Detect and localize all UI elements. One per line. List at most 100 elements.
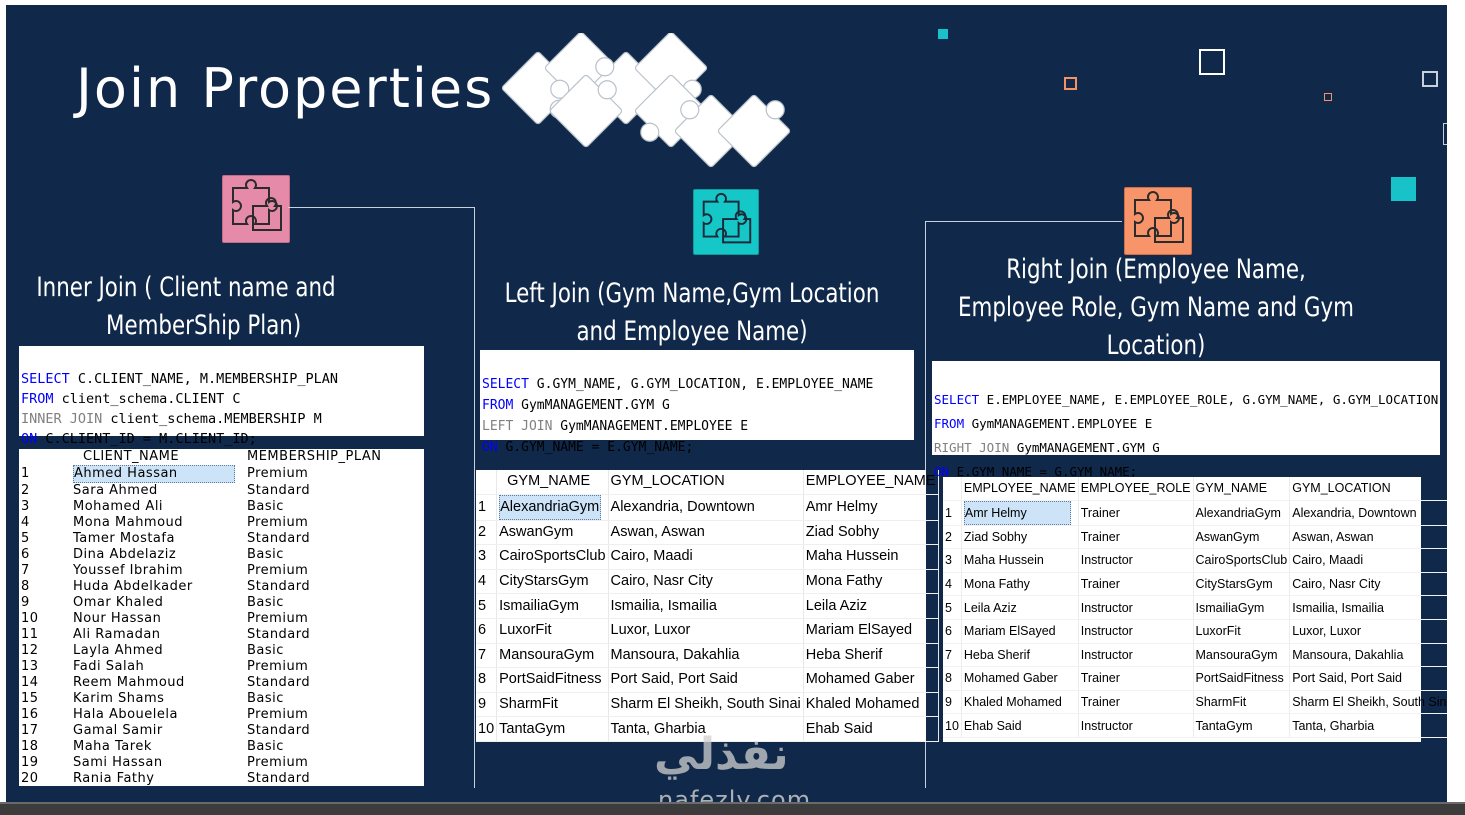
table-cell[interactable]: Ahmed Hassan <box>67 465 245 483</box>
table-row[interactable]: 3 Maha Hussein Instructor CairoSportsClub Ca… <box>943 548 1447 573</box>
column-header[interactable]: GYM_LOCATION <box>1289 477 1447 501</box>
table-cell[interactable]: Amr Helmy <box>961 500 1079 526</box>
table-row[interactable]: 2 AswanGym Aswan, Aswan Ziad Sobhy <box>476 520 939 546</box>
table-cell[interactable]: Premium <box>245 755 424 771</box>
table-cell[interactable]: Maha Hussein <box>961 548 1079 573</box>
table-cell[interactable]: Mariam ElSayed <box>803 618 939 644</box>
table-cell[interactable]: Basic <box>245 643 424 659</box>
table-cell[interactable]: Mansoura, Dakahlia <box>608 643 804 669</box>
table-row[interactable]: 12 Layla Ahmed Basic <box>19 643 424 659</box>
table-cell[interactable]: Standard <box>245 675 424 691</box>
table-cell[interactable]: LuxorFit <box>1193 619 1291 644</box>
table-cell[interactable]: Mohamed Gaber <box>803 667 939 693</box>
table-cell[interactable]: Mansoura, Dakahlia <box>1289 643 1447 668</box>
table-cell[interactable]: Trainer <box>1078 525 1194 550</box>
table-cell[interactable]: Maha Hussein <box>803 544 939 570</box>
table-cell[interactable]: Premium <box>245 515 424 531</box>
table-row[interactable]: 18 Maha Tarek Basic <box>19 739 424 755</box>
table-cell[interactable]: TantaGym <box>496 716 609 742</box>
table-cell[interactable]: SharmFit <box>496 692 609 718</box>
table-row[interactable]: 7 Heba Sherif Instructor MansouraGym Mansour… <box>943 643 1447 668</box>
table-row[interactable]: 9 SharmFit Sharm El Sheikh, South Sinai Kha… <box>476 692 939 718</box>
table-cell[interactable]: Leila Aziz <box>803 593 939 619</box>
table-row[interactable]: 14 Reem Mahmoud Standard <box>19 675 424 691</box>
table-cell[interactable]: Tanta, Gharbia <box>1289 713 1447 738</box>
table-cell[interactable]: Luxor, Luxor <box>608 618 804 644</box>
table-cell[interactable]: Mona Fathy <box>961 572 1079 597</box>
table-cell[interactable]: Mona Mahmoud <box>67 515 245 531</box>
table-cell[interactable]: Cairo, Nasr City <box>608 569 804 595</box>
table-row[interactable]: 5 IsmailiaGym Ismailia, Ismailia Leila Aziz <box>476 593 939 619</box>
table-row[interactable]: 7 MansouraGym Mansoura, Dakahlia Heba Sheri… <box>476 643 939 669</box>
table-row[interactable]: 9 Omar Khaled Basic <box>19 595 424 611</box>
table-cell[interactable]: Karim Shams <box>67 691 245 707</box>
table-cell[interactable]: Rania Fathy <box>67 771 245 787</box>
table-cell[interactable]: Omar Khaled <box>67 595 245 611</box>
table-row[interactable]: 17 Gamal Samir Standard <box>19 723 424 739</box>
table-row[interactable]: 3 CairoSportsClub Cairo, Maadi Maha Hussein <box>476 544 939 570</box>
table-cell[interactable]: Basic <box>245 691 424 707</box>
table-row[interactable]: 10 Nour Hassan Premium <box>19 611 424 627</box>
table-cell[interactable]: Ehab Said <box>803 716 939 742</box>
table-cell[interactable]: Sharm El Sheikh, South Sinai <box>608 692 804 718</box>
table-cell[interactable]: TantaGym <box>1193 713 1291 738</box>
table-row[interactable]: 15 Karim Shams Basic <box>19 691 424 707</box>
table-cell[interactable]: MansouraGym <box>496 643 609 669</box>
table-row[interactable]: 8 Huda Abdelkader Standard <box>19 579 424 595</box>
table-cell[interactable]: Standard <box>245 771 424 787</box>
table-cell[interactable]: Tamer Mostafa <box>67 531 245 547</box>
table-cell[interactable]: Trainer <box>1078 500 1194 526</box>
table-row[interactable]: 4 CityStarsGym Cairo, Nasr City Mona Fathy <box>476 569 939 595</box>
table-cell[interactable]: IsmailiaGym <box>1193 595 1291 620</box>
table-cell[interactable]: Instructor <box>1078 619 1194 644</box>
table-cell[interactable]: AswanGym <box>496 520 609 546</box>
table-row[interactable]: 3 Mohamed Ali Basic <box>19 499 424 515</box>
column-header[interactable]: CLIENT_NAME <box>67 449 245 465</box>
table-cell[interactable]: Heba Sherif <box>961 643 1079 668</box>
table-row[interactable]: 2 Ziad Sobhy Trainer AswanGym Aswan, Aswan <box>943 525 1447 550</box>
table-row[interactable]: 4 Mona Mahmoud Premium <box>19 515 424 531</box>
table-cell[interactable]: Ismailia, Ismailia <box>608 593 804 619</box>
table-cell[interactable]: Ziad Sobhy <box>961 525 1079 550</box>
table-cell[interactable]: CityStarsGym <box>1193 572 1291 597</box>
table-cell[interactable]: Port Said, Port Said <box>1289 666 1447 691</box>
table-row[interactable]: 10 Ehab Said Instructor TantaGym Tanta, Ghar… <box>943 713 1447 738</box>
table-cell[interactable]: Aswan, Aswan <box>1289 525 1447 550</box>
table-cell[interactable]: MansouraGym <box>1193 643 1291 668</box>
table-row[interactable]: 1 Ahmed Hassan Premium <box>19 465 424 483</box>
table-cell[interactable]: Mona Fathy <box>803 569 939 595</box>
table-cell[interactable]: Layla Ahmed <box>67 643 245 659</box>
table-cell[interactable]: Sara Ahmed <box>67 483 245 499</box>
table-row[interactable]: 13 Fadi Salah Premium <box>19 659 424 675</box>
table-cell[interactable]: Dina Abdelaziz <box>67 547 245 563</box>
table-cell[interactable]: Aswan, Aswan <box>608 520 804 546</box>
column-header[interactable]: EMPLOYEE_NAME <box>803 470 939 495</box>
table-row[interactable]: 1 Amr Helmy Trainer AlexandriaGym Alexandria… <box>943 500 1447 526</box>
table-cell[interactable]: Mohamed Gaber <box>961 666 1079 691</box>
table-row[interactable]: 8 Mohamed Gaber Trainer PortSaidFitness Port… <box>943 666 1447 691</box>
table-cell[interactable]: Khaled Mohamed <box>803 692 939 718</box>
table-cell[interactable]: Youssef Ibrahim <box>67 563 245 579</box>
table-cell[interactable]: Cairo, Maadi <box>608 544 804 570</box>
table-row[interactable]: 8 PortSaidFitness Port Said, Port Said Moha… <box>476 667 939 693</box>
table-row[interactable]: 16 Hala Abouelela Premium <box>19 707 424 723</box>
table-cell[interactable]: AswanGym <box>1193 525 1291 550</box>
table-cell[interactable]: Ali Ramadan <box>67 627 245 643</box>
table-cell[interactable]: LuxorFit <box>496 618 609 644</box>
table-cell[interactable]: Instructor <box>1078 713 1194 738</box>
column-header[interactable]: GYM_NAME <box>496 470 609 495</box>
table-row[interactable]: 11 Ali Ramadan Standard <box>19 627 424 643</box>
table-cell[interactable]: Huda Abdelkader <box>67 579 245 595</box>
table-cell[interactable]: CairoSportsClub <box>496 544 609 570</box>
table-cell[interactable]: Maha Tarek <box>67 739 245 755</box>
table-cell[interactable]: Luxor, Luxor <box>1289 619 1447 644</box>
table-cell[interactable]: AlexandriaGym <box>1193 500 1291 526</box>
table-cell[interactable]: AlexandriaGym <box>496 494 609 521</box>
table-row[interactable]: 9 Khaled Mohamed Trainer SharmFit Sharm El S… <box>943 690 1447 715</box>
table-cell[interactable]: PortSaidFitness <box>496 667 609 693</box>
table-cell[interactable]: Cairo, Maadi <box>1289 548 1447 573</box>
column-header[interactable]: GYM_LOCATION <box>608 470 804 495</box>
table-cell[interactable]: Premium <box>245 611 424 627</box>
table-cell[interactable]: Khaled Mohamed <box>961 690 1079 715</box>
table-cell[interactable]: IsmailiaGym <box>496 593 609 619</box>
